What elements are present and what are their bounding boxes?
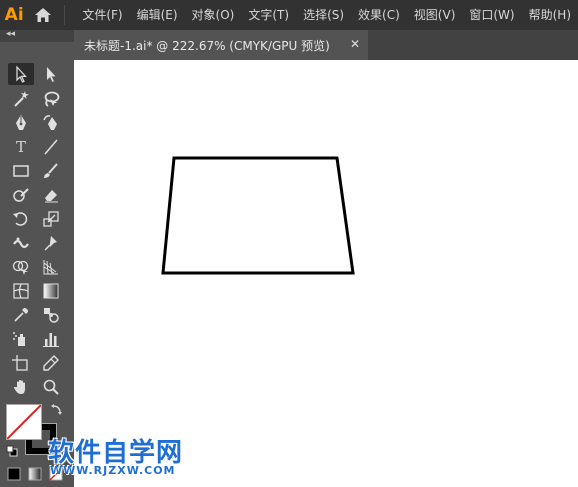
- rectangle-icon: [13, 165, 29, 177]
- watermark-url: WWW.RJZXW.COM: [50, 464, 176, 477]
- menu-view[interactable]: 视图(V): [407, 0, 463, 30]
- puppet-warp-tool[interactable]: [38, 232, 64, 254]
- hand-icon: [14, 380, 25, 394]
- brush-icon: [44, 163, 58, 178]
- gradient-mode-icon[interactable]: [27, 466, 43, 482]
- magic-wand-icon: [14, 91, 29, 107]
- lasso-tool[interactable]: [38, 88, 64, 110]
- artboard-icon: [12, 355, 28, 371]
- pin-icon: [44, 236, 57, 251]
- pen-tool[interactable]: [8, 112, 34, 134]
- menu-help[interactable]: 帮助(H): [522, 0, 578, 30]
- rotate-tool[interactable]: [8, 208, 34, 230]
- artboard-tool[interactable]: [8, 352, 34, 374]
- hand-tool[interactable]: [8, 376, 34, 398]
- lasso-icon: [44, 91, 60, 107]
- pen-icon: [16, 115, 26, 130]
- selection-tool[interactable]: [8, 63, 34, 85]
- document-tab-bar: 未标题-1.ai* @ 222.67% (CMYK/GPU 预览) ✕: [74, 30, 578, 60]
- shaper-tool[interactable]: [8, 184, 34, 206]
- line-icon: [44, 139, 58, 155]
- color-mode-icon[interactable]: [6, 466, 22, 482]
- scale-icon: [43, 211, 59, 227]
- symbol-sprayer-tool[interactable]: [8, 328, 34, 350]
- gradient-icon: [43, 283, 59, 299]
- menu-type[interactable]: 文字(T): [241, 0, 296, 30]
- shape-builder-icon: [12, 260, 29, 275]
- blend-icon: [44, 308, 59, 323]
- direct-selection-tool[interactable]: [38, 63, 64, 85]
- menu-select[interactable]: 选择(S): [296, 0, 351, 30]
- menu-window[interactable]: 窗口(W): [462, 0, 521, 30]
- watermark: 软件自学网 WWW.RJZXW.COM: [48, 432, 198, 482]
- blend-tool[interactable]: [38, 304, 64, 326]
- arrow-filled-icon: [47, 67, 56, 82]
- type-tool[interactable]: T: [8, 136, 34, 158]
- gradient-tool[interactable]: [38, 280, 64, 302]
- symbol-sprayer-icon: [13, 332, 25, 346]
- toolbar-collapse-button[interactable]: ◂◂: [0, 29, 74, 42]
- mesh-icon: [13, 283, 29, 299]
- column-graph-tool[interactable]: [38, 328, 64, 350]
- swap-fill-stroke-icon[interactable]: [50, 403, 64, 417]
- menu-separator: [64, 5, 66, 25]
- artboard-canvas[interactable]: [74, 60, 578, 487]
- document-tab[interactable]: 未标题-1.ai* @ 222.67% (CMYK/GPU 预览) ✕: [74, 30, 368, 60]
- default-colors-icon[interactable]: [6, 445, 18, 457]
- arrow-icon: [16, 65, 27, 83]
- perspective-grid-tool[interactable]: [38, 256, 64, 278]
- eraser-icon: [45, 190, 58, 203]
- rectangle-tool[interactable]: [8, 160, 34, 182]
- paintbrush-tool[interactable]: [38, 160, 64, 182]
- curvature-icon: [43, 115, 57, 130]
- none-fill-icon: [7, 405, 41, 439]
- menu-bar: Ai 文件(F) 编辑(E) 对象(O) 文字(T) 选择(S) 效果(C) 视…: [0, 0, 578, 30]
- trapezoid-shape[interactable]: [161, 156, 355, 275]
- menu-object[interactable]: 对象(O): [185, 0, 242, 30]
- perspective-icon: [43, 260, 58, 275]
- zoom-icon: [43, 379, 59, 395]
- document-tab-title: 未标题-1.ai* @ 222.67% (CMYK/GPU 预览): [84, 38, 330, 53]
- zoom-tool[interactable]: [38, 376, 64, 398]
- slice-tool[interactable]: [38, 352, 64, 374]
- eyedropper-tool[interactable]: [8, 304, 34, 326]
- magic-wand-tool[interactable]: [8, 88, 34, 110]
- shaper-icon: [13, 188, 29, 202]
- menu-effect[interactable]: 效果(C): [351, 0, 407, 30]
- bar-chart-icon: [43, 333, 59, 347]
- menu-file[interactable]: 文件(F): [75, 0, 129, 30]
- curvature-tool[interactable]: [38, 112, 64, 134]
- home-icon: [35, 8, 52, 22]
- width-tool[interactable]: [8, 232, 34, 254]
- width-icon: [13, 237, 29, 249]
- home-button[interactable]: [28, 0, 58, 30]
- rotate-icon: [13, 212, 28, 226]
- slice-icon: [43, 355, 59, 371]
- collapse-icon: ◂◂: [6, 29, 16, 39]
- eraser-tool[interactable]: [38, 184, 64, 206]
- menu-edit[interactable]: 编辑(E): [130, 0, 185, 30]
- shape-builder-tool[interactable]: [8, 256, 34, 278]
- type-icon: T: [15, 138, 26, 156]
- scale-tool[interactable]: [38, 208, 64, 230]
- app-logo: Ai: [4, 5, 24, 25]
- eyedropper-icon: [14, 308, 28, 322]
- artwork-svg: [161, 156, 355, 275]
- line-segment-tool[interactable]: [38, 136, 64, 158]
- illustrator-window: Ai 文件(F) 编辑(E) 对象(O) 文字(T) 选择(S) 效果(C) 视…: [0, 0, 578, 487]
- fill-color-swatch[interactable]: [6, 404, 42, 440]
- mesh-tool[interactable]: [8, 280, 34, 302]
- close-icon[interactable]: ✕: [350, 37, 360, 51]
